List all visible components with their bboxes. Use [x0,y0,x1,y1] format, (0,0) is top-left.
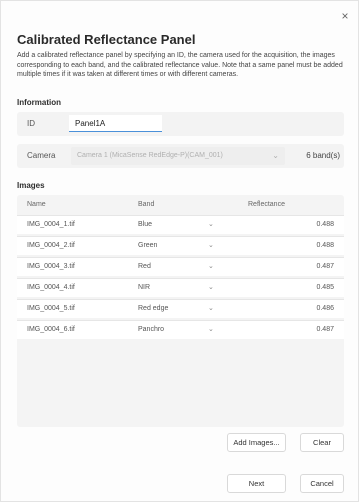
chevron-down-icon: ⌄ [208,326,214,333]
reflectance-value[interactable]: 0.488 [316,221,334,228]
dialog-description: Add a calibrated reflectance panel by sp… [17,52,343,79]
cancel-button[interactable]: Cancel [300,474,344,493]
table-row[interactable]: IMG_0004_4.tif NIR ⌄ 0.485 [17,278,344,297]
table-row[interactable]: IMG_0004_5.tif Red edge ⌄ 0.486 [17,299,344,318]
images-heading: Images [17,181,45,190]
band-select[interactable]: Blue [138,221,152,228]
images-table: Name Band Reflectance IMG_0004_1.tif Blu… [17,195,344,427]
camera-row: Camera Camera 1 (MicaSense RedEdge-P)(CA… [17,144,344,168]
id-input[interactable] [69,115,162,132]
image-name: IMG_0004_1.tif [27,221,75,228]
next-button[interactable]: Next [227,474,286,493]
chevron-down-icon: ⌄ [272,151,279,160]
chevron-down-icon: ⌄ [208,263,214,270]
id-label: ID [27,119,35,128]
id-row: ID [17,112,344,136]
image-name: IMG_0004_3.tif [27,263,75,270]
table-row[interactable]: IMG_0004_2.tif Green ⌄ 0.488 [17,236,344,255]
reflectance-value[interactable]: 0.486 [316,305,334,312]
reflectance-value[interactable]: 0.487 [316,263,334,270]
column-header-reflectance: Reflectance [248,201,285,208]
close-icon[interactable]: × [338,9,352,23]
reflectance-value[interactable]: 0.485 [316,284,334,291]
image-name: IMG_0004_6.tif [27,326,75,333]
chevron-down-icon: ⌄ [208,242,214,249]
band-select[interactable]: Panchro [138,326,164,333]
table-row[interactable]: IMG_0004_3.tif Red ⌄ 0.487 [17,257,344,276]
camera-label: Camera [27,151,56,160]
camera-select-value: Camera 1 (MicaSense RedEdge-P)(CAM_001) [77,152,223,159]
add-images-button[interactable]: Add Images... [227,433,286,452]
column-header-band: Band [138,201,155,208]
image-name: IMG_0004_2.tif [27,242,75,249]
chevron-down-icon: ⌄ [208,284,214,291]
band-select[interactable]: Green [138,242,157,249]
table-row[interactable]: IMG_0004_6.tif Panchro ⌄ 0.487 [17,320,344,339]
band-select[interactable]: Red edge [138,305,168,312]
calibrated-reflectance-panel-dialog: × Calibrated Reflectance Panel Add a cal… [0,0,359,502]
reflectance-value[interactable]: 0.487 [316,326,334,333]
image-name: IMG_0004_4.tif [27,284,75,291]
chevron-down-icon: ⌄ [208,305,214,312]
reflectance-value[interactable]: 0.488 [316,242,334,249]
column-header-name: Name [27,201,46,208]
band-count: 6 band(s) [306,151,340,160]
chevron-down-icon: ⌄ [208,221,214,228]
table-header: Name Band Reflectance [17,195,344,213]
dialog-title: Calibrated Reflectance Panel [17,32,196,47]
information-section: ID Camera Camera 1 (MicaSense RedEdge-P)… [17,112,344,168]
table-row[interactable]: IMG_0004_1.tif Blue ⌄ 0.488 [17,215,344,234]
image-name: IMG_0004_5.tif [27,305,75,312]
information-heading: Information [17,98,61,107]
band-select[interactable]: Red [138,263,151,270]
clear-button[interactable]: Clear [300,433,344,452]
camera-select[interactable]: Camera 1 (MicaSense RedEdge-P)(CAM_001) … [71,147,285,165]
band-select[interactable]: NIR [138,284,150,291]
